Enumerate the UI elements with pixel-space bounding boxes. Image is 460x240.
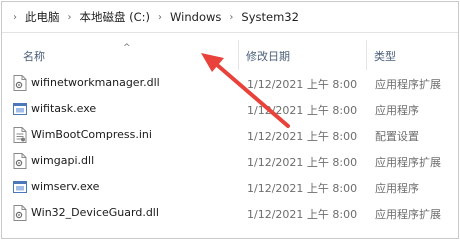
chevron-right-icon[interactable]: ›: [63, 12, 77, 23]
sort-ascending-icon: ^: [123, 43, 131, 53]
dll-file-icon: [13, 75, 27, 91]
breadcrumb-windows[interactable]: Windows: [167, 10, 224, 24]
column-header-type[interactable]: 类型: [374, 48, 396, 64]
file-type: 配置设置: [375, 130, 419, 143]
chevron-right-icon[interactable]: ›: [224, 12, 238, 23]
file-date: 1/12/2021 上午 8:00: [247, 182, 358, 195]
file-name: wifinetworkmanager.dll: [31, 76, 160, 89]
file-explorer-window: › 此电脑 › 本地磁盘 (C:) › Windows › System32 ^…: [1, 1, 459, 239]
breadcrumb-local-disk[interactable]: 本地磁盘 (C:): [77, 9, 154, 25]
breadcrumb-system32[interactable]: System32: [238, 10, 302, 24]
column-header-date[interactable]: 修改日期: [246, 48, 290, 64]
breadcrumb-this-pc[interactable]: 此电脑: [22, 9, 63, 25]
exe-file-icon: [13, 179, 27, 195]
file-name: WimBootCompress.ini: [31, 128, 152, 141]
file-name: Win32_DeviceGuard.dll: [31, 206, 159, 219]
chevron-right-icon: ›: [13, 11, 17, 23]
file-row[interactable]: wimgapi.dll 1/12/2021 上午 8:00 应用程序扩展: [2, 148, 458, 174]
file-row[interactable]: Win32_DeviceGuard.dll 1/12/2021 上午 8:00 …: [2, 200, 458, 226]
file-date: 1/12/2021 上午 8:00: [247, 208, 358, 221]
address-bar[interactable]: › 此电脑 › 本地磁盘 (C:) › Windows › System32: [2, 2, 458, 33]
column-header-row: ^ 名称 修改日期 类型: [2, 40, 458, 70]
file-name: wifitask.exe: [31, 102, 97, 115]
file-name: wimgapi.dll: [31, 154, 95, 167]
column-header-name[interactable]: 名称: [23, 48, 45, 64]
ini-file-icon: [13, 127, 27, 143]
file-type: 应用程序扩展: [375, 78, 441, 91]
file-row[interactable]: wifitask.exe 1/12/2021 上午 8:00 应用程序: [2, 96, 458, 122]
file-date: 1/12/2021 上午 8:00: [247, 130, 358, 143]
exe-file-icon: [13, 101, 27, 117]
file-type: 应用程序: [375, 104, 419, 117]
chevron-right-icon[interactable]: ›: [153, 12, 167, 23]
file-type: 应用程序扩展: [375, 208, 441, 221]
dll-file-icon: [13, 205, 27, 221]
file-type: 应用程序扩展: [375, 156, 441, 169]
column-divider[interactable]: [366, 40, 367, 70]
file-date: 1/12/2021 上午 8:00: [247, 156, 358, 169]
column-divider[interactable]: [238, 40, 239, 70]
file-date: 1/12/2021 上午 8:00: [247, 104, 358, 117]
file-row[interactable]: wimserv.exe 1/12/2021 上午 8:00 应用程序: [2, 174, 458, 200]
file-name: wimserv.exe: [31, 180, 100, 193]
file-row[interactable]: wifinetworkmanager.dll 1/12/2021 上午 8:00…: [2, 70, 458, 96]
file-row[interactable]: WimBootCompress.ini 1/12/2021 上午 8:00 配置…: [2, 122, 458, 148]
file-date: 1/12/2021 上午 8:00: [247, 78, 358, 91]
dll-file-icon: [13, 153, 27, 169]
file-type: 应用程序: [375, 182, 419, 195]
